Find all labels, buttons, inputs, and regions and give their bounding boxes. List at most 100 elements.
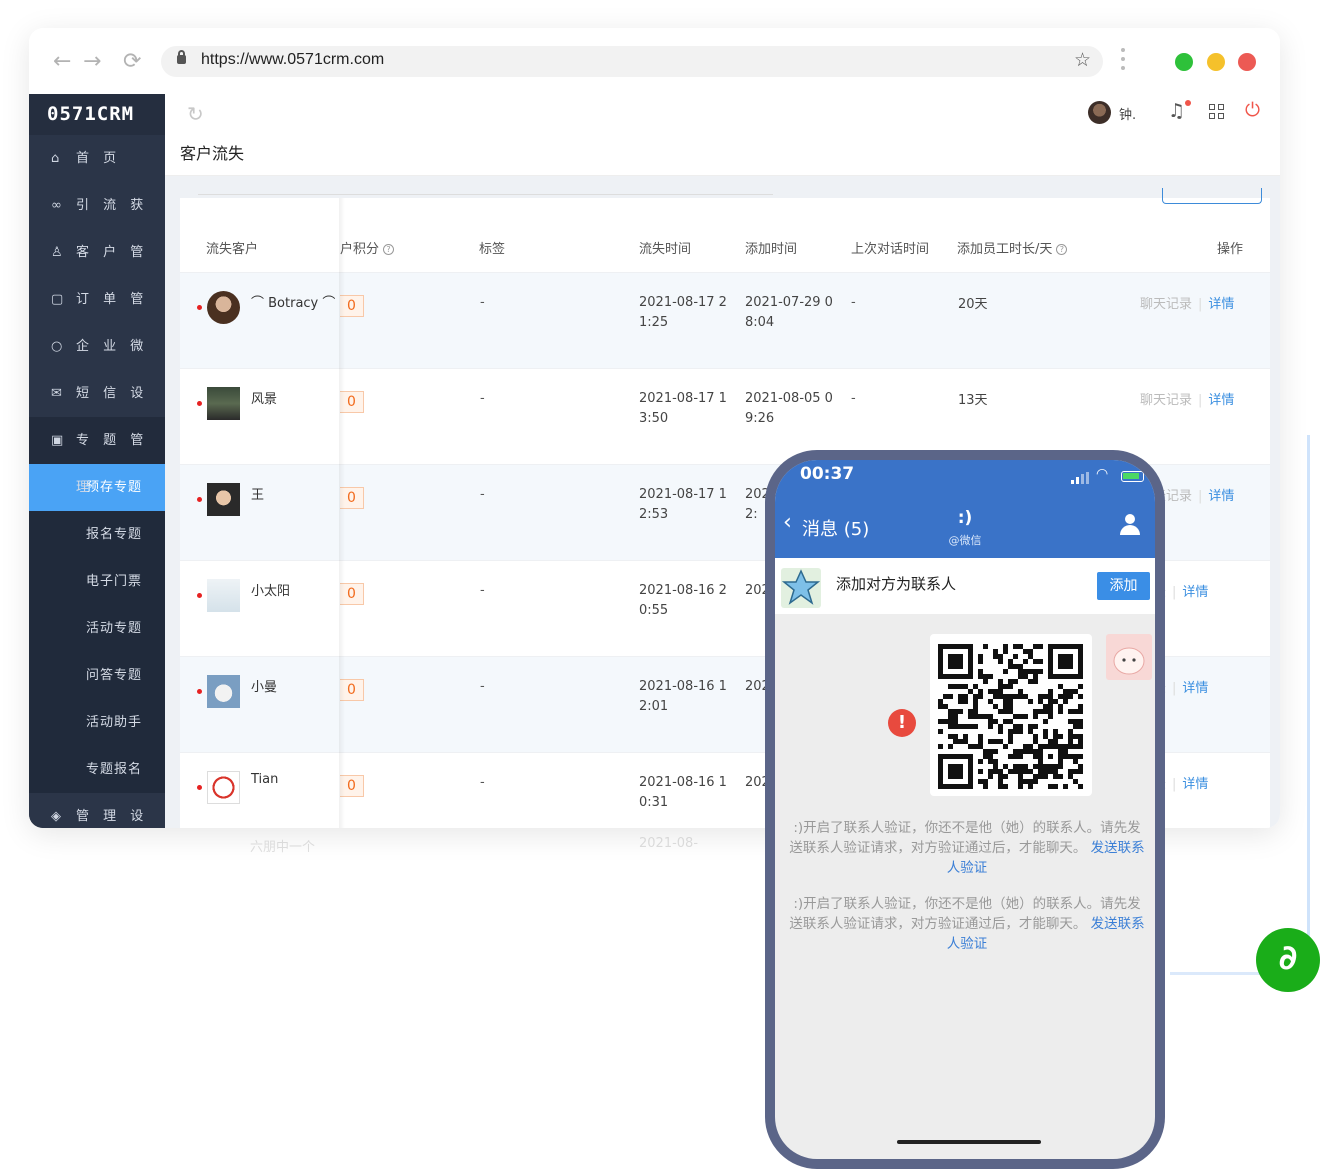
url-text: https://www.0571crm.com [201,51,385,68]
days-cell: 13天 [958,393,988,408]
status-dot [197,497,202,502]
lost-time: 2021-08- [639,836,699,851]
sidebar-item-settings[interactable]: ◈ 管 理 设 置 [29,793,165,828]
avatar[interactable] [207,579,240,612]
phone-status-bar: 00:37 ◠ [775,460,1155,500]
qr-code-message[interactable] [930,634,1092,796]
app-logo[interactable]: 0571CRM [29,94,165,135]
col-days-label: 添加员工时长/天 [957,242,1053,257]
verification-notice: :)开启了联系人验证，你还不是他（她）的联系人。请先发送联系人验证请求，对方验证… [789,818,1145,878]
sidebar-item-topic[interactable]: ▣ 专 题 管 理 [29,417,165,495]
frozen-column-shadow [339,198,345,828]
sidebar-subitem-activity[interactable]: 活动专题 [29,605,165,652]
person-icon[interactable] [1119,514,1141,536]
help-icon[interactable]: ? [383,244,395,255]
status-dot [197,593,202,598]
bell-icon[interactable]: ♫ [1168,100,1185,122]
help-icon[interactable]: ? [1056,244,1068,255]
lost-time: 2021-08-16 20:55 [639,583,727,618]
detail-link[interactable]: 详情 [1208,393,1234,408]
avatar[interactable] [207,387,240,420]
lost-time: 2021-08-17 12:53 [639,487,727,522]
status-dot [197,689,202,694]
customer-name: 六朋中一个 [250,840,316,855]
address-bar[interactable]: https://www.0571crm.com ☆ [161,46,1103,77]
avatar[interactable] [207,675,240,708]
lost-time: 2021-08-16 10:31 [639,775,727,810]
divider [198,194,773,195]
avatar[interactable] [1088,101,1111,124]
sidebar-item-lead[interactable]: ∞ 引 流 获 客 [29,182,165,260]
ops-cell: 聊天记录 | 详情 [1140,297,1235,312]
col-last-chat: 上次对话时间 [851,242,930,257]
mini-program-icon: ∂ [1256,928,1320,992]
sidebar-subitem-registration[interactable]: 专题报名 [29,746,165,793]
last-chat: - [851,391,856,406]
back-arrow-icon[interactable]: ← [53,50,71,74]
top-action-button[interactable] [1162,188,1262,204]
sidebar-item-home[interactable]: ⌂ 首 页 [29,135,165,182]
tag-cell: - [480,295,485,310]
phone-mockup: 00:37 ◠ ‹ 消息 (5) :) @微信 添加对方为联系人 添加 !:)… [765,450,1165,1169]
verification-notice: :)开启了联系人验证，你还不是他（她）的联系人。请先发送联系人验证请求，对方验证… [789,894,1145,954]
chat-icon: ○ [51,339,63,354]
col-customer: 流失客户 [206,242,259,257]
chat-nav-bar: ‹ 消息 (5) :) @微信 [775,500,1155,558]
top-header: ↻ 钟. ♫ ⏻ [165,94,1280,134]
col-score-label: 户积分 [340,242,380,257]
customer-name: Tian [251,772,279,787]
sidebar-item-wecom[interactable]: ○ 企 业 微 信 [29,323,165,401]
battery-icon [1121,471,1144,482]
star-icon[interactable]: ☆ [1074,49,1091,71]
sidebar-subitem-qa[interactable]: 问答专题 [29,652,165,699]
chat-record-link[interactable]: 聊天记录 [1140,297,1192,312]
avatar[interactable] [207,771,240,804]
tag-cell: - [480,487,485,502]
chat-title: :) [957,508,973,528]
window-green-dot[interactable] [1175,53,1193,71]
add-contact-text: 添加对方为联系人 [836,575,957,593]
user-icon: ♙ [51,245,63,260]
customer-name: 小太阳 [251,584,291,599]
user-name[interactable]: 钟. [1119,104,1136,123]
phone-screen: 00:37 ◠ ‹ 消息 (5) :) @微信 添加对方为联系人 添加 !:)… [775,460,1155,1159]
customer-name: 王 [251,488,265,503]
sidebar: 0571CRM ⌂ 首 页 ∞ 引 流 获 客 ♙ 客 户 管 理 ▢ 订 单 … [29,94,165,828]
chat-record-link[interactable]: 聊天记录 [1140,393,1192,408]
sidebar-item-label: 专 题 管 理 [76,433,149,495]
reload-icon[interactable]: ⟳ [123,50,141,74]
sidebar-subitem-assistant[interactable]: 活动助手 [29,699,165,746]
layers-icon: ◈ [51,809,61,824]
wifi-icon: ◠ [1096,466,1109,482]
home-indicator [897,1140,1041,1144]
page-title: 客户流失 [180,144,245,163]
status-dot [197,401,202,406]
add-contact-button[interactable]: 添加 [1097,572,1150,600]
window-red-dot[interactable] [1238,53,1256,71]
col-tag: 标签 [479,242,506,257]
avatar[interactable] [207,291,240,324]
detail-link[interactable]: 详情 [1208,297,1234,312]
sidebar-subitem-ticket[interactable]: 电子门票 [29,558,165,605]
sidebar-item-sms[interactable]: ✉ 短 信 设 置 [29,370,165,448]
power-icon[interactable]: ⏻ [1245,99,1260,121]
lost-time: 2021-08-16 12:01 [639,679,727,714]
apps-grid-icon[interactable] [1209,104,1225,120]
decorative-frame [1170,435,1310,975]
forward-arrow-icon[interactable]: → [83,50,101,74]
add-contact-bar: 添加对方为联系人 添加 [775,558,1155,614]
ops-cell: 聊天记录 | 详情 [1140,393,1235,408]
window-yellow-dot[interactable] [1207,53,1225,71]
notice-text: :)开启了联系人验证，你还不是他（她）的联系人。请先发送联系人验证请求，对方验证… [789,820,1141,856]
sidebar-item-order[interactable]: ▢ 订 单 管 理 [29,276,165,354]
avatar[interactable] [207,483,240,516]
refresh-icon[interactable]: ↻ [187,102,204,126]
my-avatar [1106,634,1152,680]
sidebar-item-label: 首 页 [76,151,122,166]
sidebar-subitem-signup[interactable]: 报名专题 [29,511,165,558]
phone-time: 00:37 [800,464,855,484]
sidebar-item-customer[interactable]: ♙ 客 户 管 理 [29,229,165,307]
error-icon[interactable]: ! [888,709,916,737]
mail-icon: ✉ [51,386,62,401]
kebab-menu-icon[interactable] [1121,48,1125,75]
